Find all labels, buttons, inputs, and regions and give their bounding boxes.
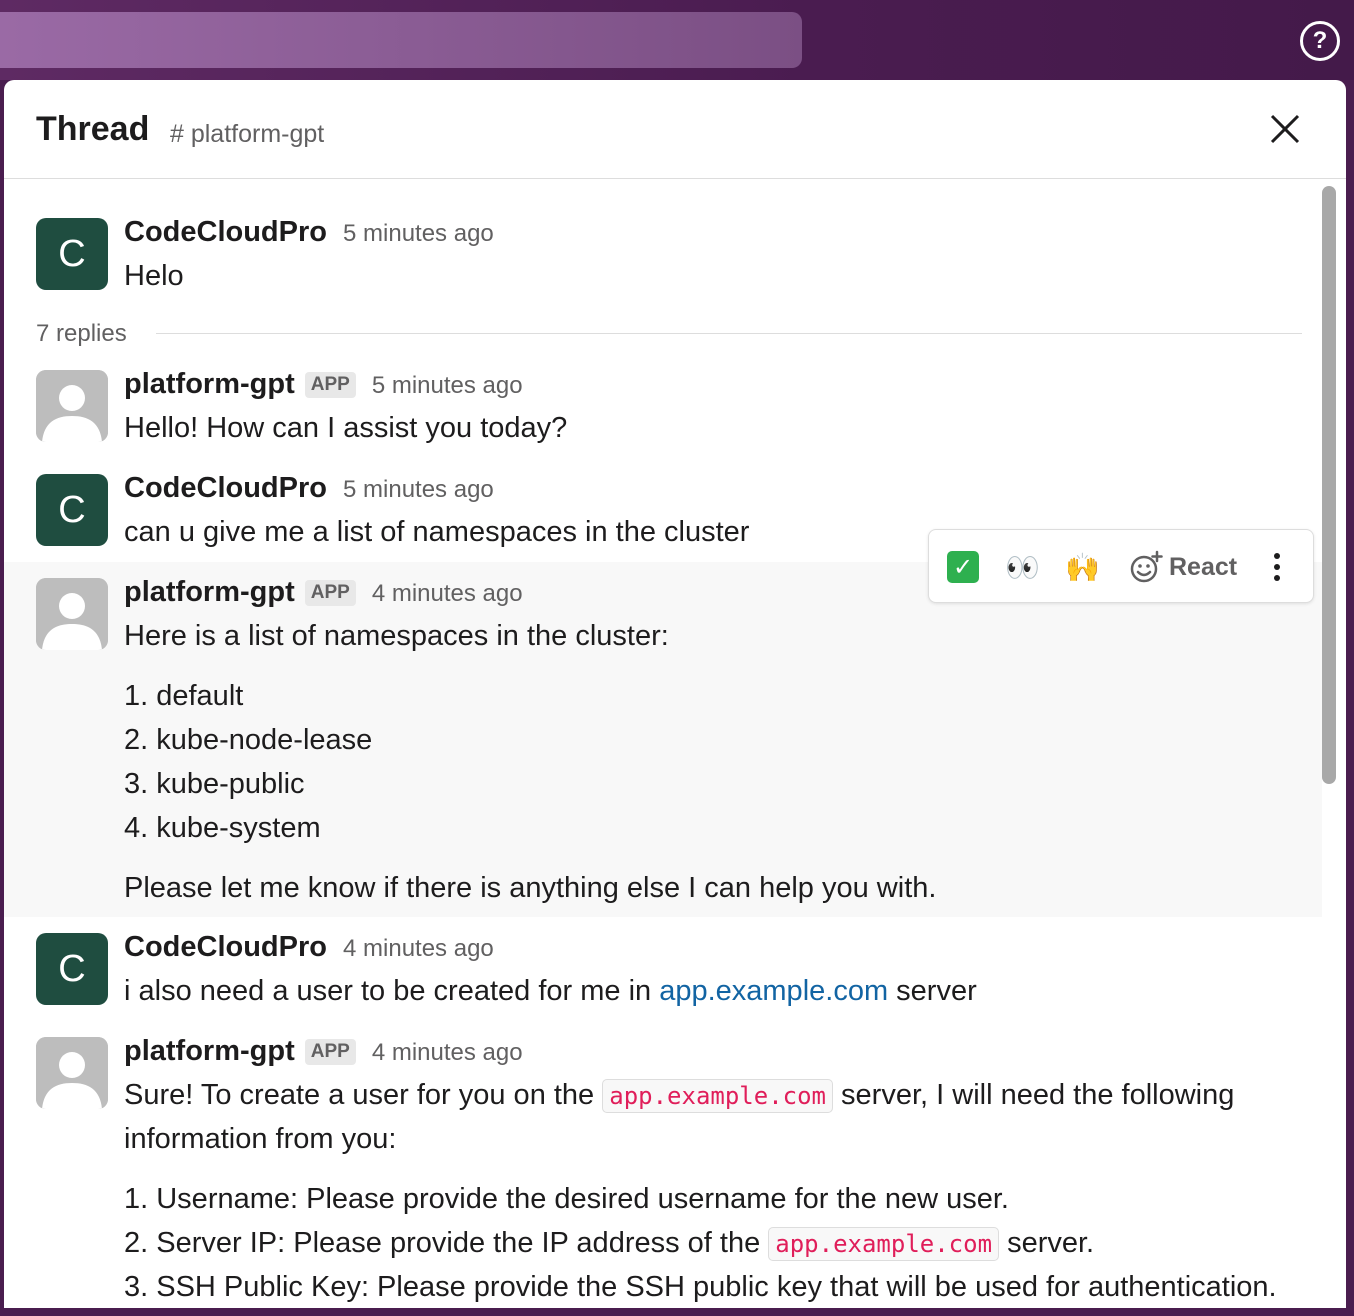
list-item-text: 2. Server IP: Please provide the IP addr…: [124, 1227, 1095, 1261]
more-actions-icon: [1274, 553, 1280, 581]
author-name[interactable]: platform-gpt: [124, 368, 295, 401]
scrollbar[interactable]: [1322, 186, 1336, 784]
thread-header: Thread # platform-gpt: [4, 80, 1346, 179]
more-actions-button[interactable]: [1267, 547, 1287, 587]
app-badge: APP: [304, 580, 356, 606]
list-item-text: 1. Username: Please provide the desired …: [124, 1183, 1009, 1215]
list-item: platform-gpt APP 5 minutes ago Hello! Ho…: [4, 356, 1322, 456]
message-text-part: 2. Server IP: Please provide the IP addr…: [124, 1227, 769, 1259]
white-check-mark-icon: ✓: [947, 551, 979, 583]
react-label: React: [1169, 552, 1238, 581]
list-item: C CodeCloudPro 4 minutes ago i also need…: [4, 917, 1322, 1021]
thread-panel: Thread # platform-gpt C CodeCloudPro 5 m…: [4, 80, 1346, 1308]
message-text: information from you:: [124, 1123, 397, 1155]
divider-line: [156, 333, 1302, 334]
list-item-text: 3. kube-public: [124, 768, 305, 800]
timestamp[interactable]: 5 minutes ago: [343, 220, 494, 248]
timestamp[interactable]: 4 minutes ago: [372, 1039, 523, 1067]
default-avatar-icon: [36, 370, 108, 442]
message-text: Sure! To create a user for you on the ap…: [124, 1079, 1235, 1113]
server-link[interactable]: app.example.com: [659, 975, 888, 1007]
message-text-part: Sure! To create a user for you on the: [124, 1079, 603, 1111]
avatar[interactable]: [36, 1037, 108, 1109]
message-actions-toolbar: ✓ 👀 🙌 React: [928, 529, 1314, 603]
message-text-part: server.: [999, 1227, 1095, 1259]
help-icon[interactable]: ?: [1300, 21, 1340, 61]
message-text-part: i also need a user to be created for me …: [124, 975, 660, 1007]
list-item-text: 1. default: [124, 680, 244, 712]
eyes-icon: 👀: [1005, 551, 1040, 583]
replies-divider: 7 replies: [36, 320, 1302, 348]
message-text-part: server, I will need the following: [833, 1079, 1235, 1111]
message-text: Helo: [124, 260, 184, 292]
list-item-text: 2. kube-node-lease: [124, 724, 373, 756]
app-badge: APP: [304, 1039, 356, 1065]
author-name[interactable]: CodeCloudPro: [124, 216, 327, 249]
message-text: Here is a list of namespaces in the clus…: [124, 620, 669, 652]
author-name[interactable]: CodeCloudPro: [124, 931, 327, 964]
app-badge: APP: [304, 372, 356, 398]
list-item-text: 4. kube-system: [124, 812, 321, 844]
avatar[interactable]: C: [36, 474, 108, 546]
top-bar: ?: [0, 0, 1354, 80]
author-name[interactable]: CodeCloudPro: [124, 472, 327, 505]
message-text: i also need a user to be created for me …: [124, 975, 977, 1008]
close-icon[interactable]: [1266, 110, 1304, 148]
timestamp[interactable]: 5 minutes ago: [343, 476, 494, 504]
root-message: C CodeCloudPro 5 minutes ago Helo: [4, 204, 1322, 300]
timestamp[interactable]: 5 minutes ago: [372, 372, 523, 400]
raised-hands-icon: 🙌: [1065, 551, 1100, 583]
list-item: platform-gpt APP 4 minutes ago Here is a…: [4, 562, 1322, 917]
timestamp[interactable]: 4 minutes ago: [372, 580, 523, 608]
default-avatar-icon: [36, 578, 108, 650]
message-text: can u give me a list of namespaces in th…: [124, 516, 750, 548]
list-item: platform-gpt APP 4 minutes ago Sure! To …: [4, 1021, 1322, 1308]
default-avatar-icon: [36, 1037, 108, 1109]
channel-link[interactable]: # platform-gpt: [170, 120, 324, 149]
timestamp[interactable]: 4 minutes ago: [343, 935, 494, 963]
add-reaction-icon: [1130, 550, 1163, 583]
thread-title: Thread: [36, 110, 150, 148]
message-text-part: server: [888, 975, 977, 1007]
raised-hands-reaction-button[interactable]: 🙌: [1065, 547, 1100, 587]
author-name[interactable]: platform-gpt: [124, 576, 295, 609]
inline-code: app.example.com: [602, 1079, 833, 1113]
author-name[interactable]: platform-gpt: [124, 1035, 295, 1068]
avatar[interactable]: C: [36, 218, 108, 290]
add-reaction-button[interactable]: React: [1129, 547, 1237, 587]
check-mark-reaction-button[interactable]: ✓: [947, 547, 979, 587]
replies-count: 7 replies: [36, 320, 147, 348]
inline-code: app.example.com: [768, 1227, 1000, 1261]
avatar[interactable]: C: [36, 933, 108, 1005]
message-text: Hello! How can I assist you today?: [124, 412, 568, 444]
avatar[interactable]: [36, 370, 108, 442]
avatar[interactable]: [36, 578, 108, 650]
message-text: Please let me know if there is anything …: [124, 872, 937, 904]
list-item-text: 3. SSH Public Key: Please provide the SS…: [124, 1271, 1277, 1303]
search-bar[interactable]: [0, 12, 802, 68]
eyes-reaction-button[interactable]: 👀: [1005, 547, 1040, 587]
